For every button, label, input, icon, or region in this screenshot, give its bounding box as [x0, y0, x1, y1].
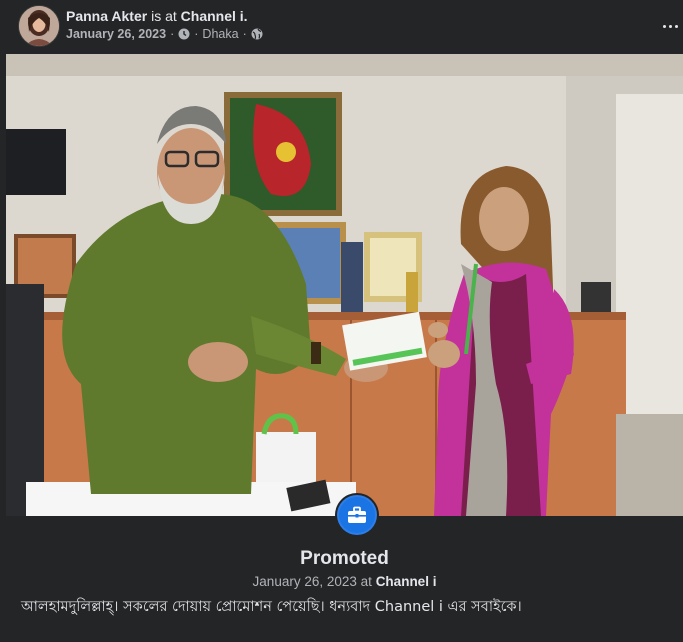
- life-event-badge: [335, 493, 379, 537]
- post-card: Panna Akter is at Channel i. January 26,…: [6, 0, 683, 642]
- life-event-place[interactable]: Channel i: [376, 574, 437, 589]
- photo-image: [6, 54, 683, 516]
- clock-icon: [178, 28, 190, 40]
- author-name[interactable]: Panna Akter: [66, 8, 147, 24]
- post-location[interactable]: Dhaka: [202, 27, 238, 41]
- post-header: Panna Akter is at Channel i. January 26,…: [6, 0, 683, 54]
- post-meta: January 26, 2023 · · Dhaka ·: [66, 27, 263, 41]
- post-date[interactable]: January 26, 2023: [66, 27, 166, 41]
- life-event-connector: at: [360, 574, 372, 589]
- more-options-button[interactable]: [661, 16, 679, 36]
- more-icon: [662, 24, 678, 28]
- life-event-date: January 26, 2023: [252, 574, 357, 589]
- avatar-image: [19, 6, 59, 46]
- life-event-title: Promoted: [300, 548, 389, 569]
- meta-separator: ·: [194, 27, 199, 41]
- post-caption: আলহামদুলিল্লাহ্। সকলের দোয়ায় প্রোমোশন …: [21, 599, 522, 615]
- checkin-place[interactable]: Channel i.: [181, 8, 248, 24]
- meta-separator: ·: [170, 27, 175, 41]
- checkin-connector: is at: [151, 8, 177, 24]
- globe-icon: [251, 28, 263, 40]
- briefcase-icon: [339, 497, 375, 533]
- author-avatar[interactable]: [18, 5, 60, 47]
- post-photo[interactable]: [6, 54, 683, 516]
- meta-separator: ·: [242, 27, 247, 41]
- life-event-subtitle: January 26, 2023 at Channel i: [6, 574, 683, 590]
- post-author-line: Panna Akter is at Channel i.: [66, 8, 248, 24]
